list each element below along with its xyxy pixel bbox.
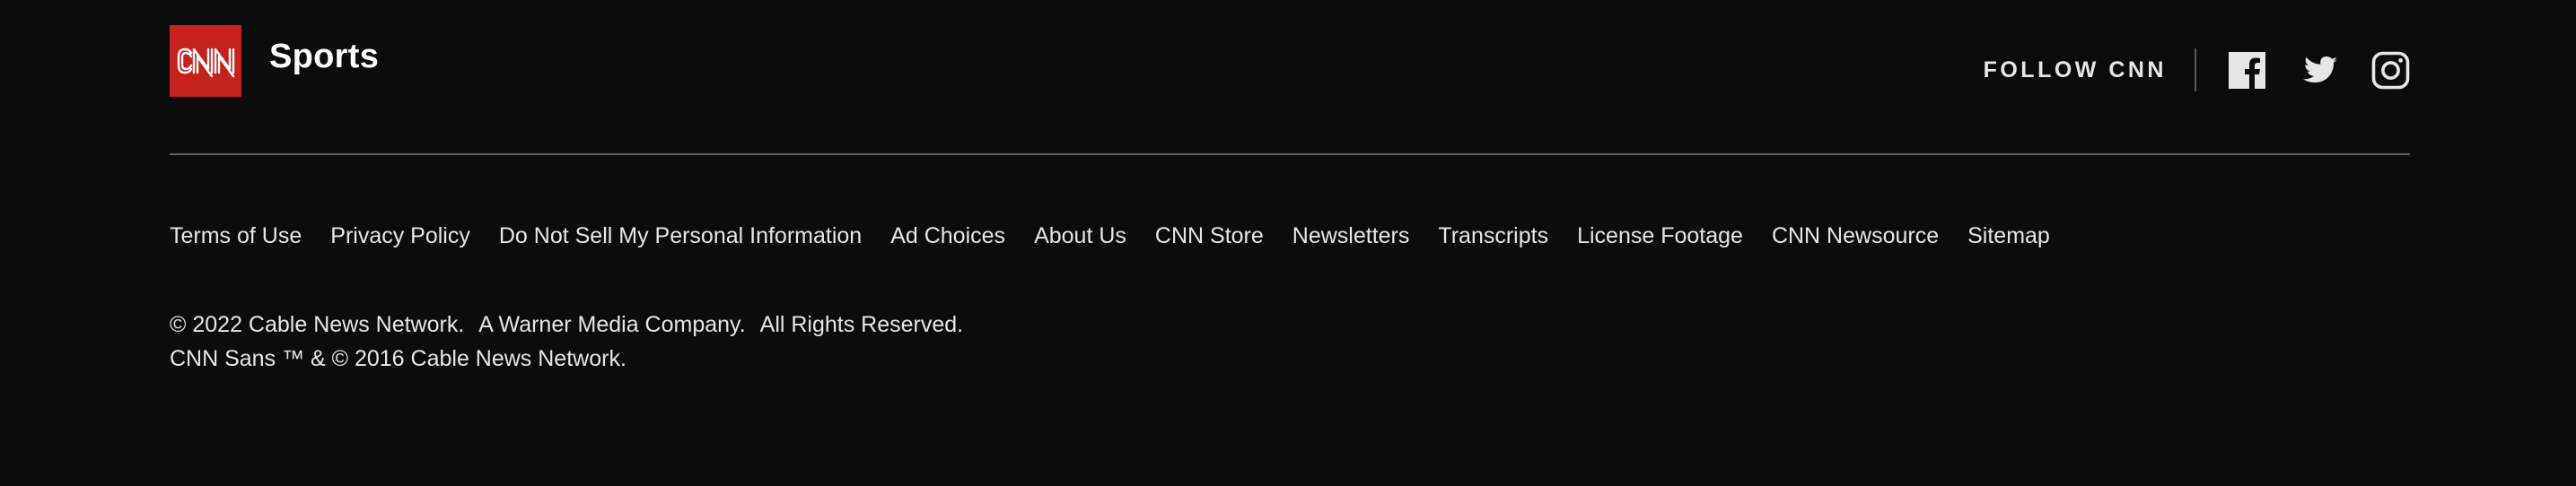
cnn-logo[interactable] xyxy=(170,25,241,97)
social-links xyxy=(2228,33,2410,90)
twitter-icon xyxy=(2303,56,2337,82)
copyright-line: © 2022 Cable News Network. A Warner Medi… xyxy=(170,308,977,342)
instagram-icon xyxy=(2371,51,2410,89)
follow-divider xyxy=(2195,48,2196,91)
font-notice-text: CNN Sans ™ & © 2016 Cable News Network. xyxy=(170,346,626,371)
cnn-logo-icon xyxy=(170,25,241,97)
footer-top-row: Sports FOLLOW CNN xyxy=(170,25,2410,97)
follow-label: FOLLOW CNN xyxy=(1983,56,2167,82)
legal-text: © 2022 Cable News Network. A Warner Medi… xyxy=(170,308,977,376)
facebook-icon xyxy=(2229,51,2265,89)
link-ad-choices[interactable]: Ad Choices xyxy=(890,222,1005,249)
link-terms-of-use[interactable]: Terms of Use xyxy=(170,222,302,249)
instagram-link[interactable] xyxy=(2371,51,2410,90)
section-title-sports[interactable]: Sports xyxy=(269,39,379,74)
facebook-link[interactable] xyxy=(2228,51,2266,90)
link-sitemap[interactable]: Sitemap xyxy=(1967,222,2050,249)
footer-divider xyxy=(170,153,2410,155)
link-newsletters[interactable]: Newsletters xyxy=(1292,222,1410,249)
company-text: A Warner Media Company. xyxy=(478,312,746,337)
twitter-link[interactable] xyxy=(2300,51,2338,90)
link-transcripts[interactable]: Transcripts xyxy=(1438,222,1548,249)
footer-links: Terms of Use Privacy Policy Do Not Sell … xyxy=(170,222,2079,249)
link-privacy-policy[interactable]: Privacy Policy xyxy=(330,222,470,249)
copyright-text: © 2022 Cable News Network. xyxy=(170,312,465,337)
link-cnn-newsource[interactable]: CNN Newsource xyxy=(1772,222,1939,249)
link-license-footage[interactable]: License Footage xyxy=(1577,222,1743,249)
link-cnn-store[interactable]: CNN Store xyxy=(1155,222,1264,249)
footer: Sports FOLLOW CNN Terms of Use Privacy P… xyxy=(170,0,2410,486)
link-about-us[interactable]: About Us xyxy=(1034,222,1126,249)
link-do-not-sell[interactable]: Do Not Sell My Personal Information xyxy=(499,222,862,249)
font-notice-line: CNN Sans ™ & © 2016 Cable News Network. xyxy=(170,342,977,376)
rights-text: All Rights Reserved. xyxy=(759,312,964,337)
follow-cnn: FOLLOW CNN xyxy=(1984,25,2410,97)
